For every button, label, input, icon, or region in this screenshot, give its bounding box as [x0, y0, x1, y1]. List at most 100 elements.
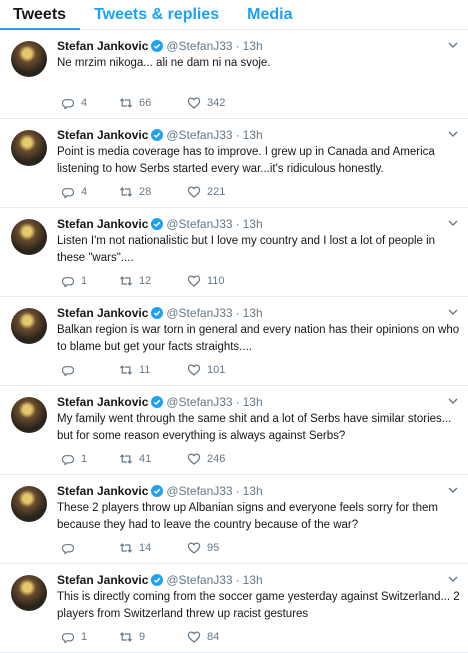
reply-icon: [61, 188, 75, 199]
reply-icon: [61, 366, 75, 377]
avatar[interactable]: [11, 41, 47, 77]
verified-badge-icon: [151, 218, 164, 230]
retweet-count: 9: [139, 631, 146, 643]
author-name[interactable]: Stefan Jankovic: [57, 38, 148, 54]
author-name[interactable]: Stefan Jankovic: [57, 483, 148, 499]
tweet[interactable]: Stefan Jankovic @StefanJ33 · 13h Ne mrzi…: [0, 30, 468, 119]
retweet-button[interactable]: 14: [119, 541, 187, 555]
tweet-timeline: Stefan Jankovic @StefanJ33 · 13h Ne mrzi…: [0, 30, 468, 653]
tab-tweets[interactable]: Tweets: [13, 6, 66, 24]
tweet-text: Ne mrzim nikoga... ali ne dam ni na svoj…: [57, 57, 271, 69]
avatar[interactable]: [11, 219, 47, 255]
tweet[interactable]: Stefan Jankovic @StefanJ33 · 13h This is…: [0, 564, 468, 653]
tweet-header: Stefan Jankovic @StefanJ33 · 13h: [57, 38, 458, 54]
avatar[interactable]: [11, 308, 47, 344]
reply-button[interactable]: 1: [61, 274, 119, 288]
retweet-count: 66: [139, 97, 152, 109]
tweet-actions: 4 28 221: [61, 185, 225, 199]
like-button[interactable]: 101: [187, 363, 225, 377]
verified-badge-icon: [151, 129, 164, 141]
like-button[interactable]: 221: [187, 185, 225, 199]
retweet-button[interactable]: 41: [119, 452, 187, 466]
tab-media[interactable]: Media: [247, 6, 292, 24]
chevron-down-icon[interactable]: [448, 396, 458, 406]
retweet-button[interactable]: 12: [119, 274, 187, 288]
tweet-time[interactable]: 13h: [243, 127, 263, 143]
heart-icon: [187, 364, 201, 376]
reply-button[interactable]: 1: [61, 452, 119, 466]
reply-count: 4: [81, 97, 88, 109]
tweet[interactable]: Stefan Jankovic @StefanJ33 · 13h My fami…: [0, 386, 468, 475]
like-count: 95: [207, 542, 220, 554]
tweet-actions: 1 9 84: [61, 630, 219, 644]
tweet-header: Stefan Jankovic @StefanJ33 · 13h: [57, 572, 458, 588]
heart-icon: [187, 453, 201, 465]
author-handle[interactable]: @StefanJ33: [166, 127, 232, 143]
tweet-time[interactable]: 13h: [243, 38, 263, 54]
tweet[interactable]: Stefan Jankovic @StefanJ33 · 13h Point i…: [0, 119, 468, 208]
tweet[interactable]: Stefan Jankovic @StefanJ33 · 13h These 2…: [0, 475, 468, 564]
author-handle[interactable]: @StefanJ33: [166, 216, 232, 232]
retweet-button[interactable]: 11: [119, 363, 187, 377]
tweet[interactable]: Stefan Jankovic @StefanJ33 · 13h Listen …: [0, 208, 468, 297]
reply-button[interactable]: [61, 363, 119, 377]
reply-icon: [61, 544, 75, 555]
like-count: 110: [207, 275, 225, 287]
tweet[interactable]: Stefan Jankovic @StefanJ33 · 13h Balkan …: [0, 297, 468, 386]
retweet-button[interactable]: 66: [119, 96, 187, 110]
verified-badge-icon: [151, 574, 164, 586]
like-button[interactable]: 342: [187, 96, 225, 110]
heart-icon: [187, 275, 201, 287]
avatar[interactable]: [11, 130, 47, 166]
separator-dot: ·: [235, 217, 240, 231]
retweet-button[interactable]: 28: [119, 185, 187, 199]
author-name[interactable]: Stefan Jankovic: [57, 127, 148, 143]
tweet-actions: 14 95: [61, 541, 219, 555]
tweet-header: Stefan Jankovic @StefanJ33 · 13h: [57, 216, 458, 232]
like-button[interactable]: 110: [187, 274, 225, 288]
author-name[interactable]: Stefan Jankovic: [57, 394, 148, 410]
author-name[interactable]: Stefan Jankovic: [57, 216, 148, 232]
chevron-down-icon[interactable]: [448, 218, 458, 228]
retweet-icon: [119, 632, 133, 642]
reply-button[interactable]: 4: [61, 185, 119, 199]
tweet-text: Listen I'm not nationalistic but I love …: [57, 235, 436, 264]
author-handle[interactable]: @StefanJ33: [166, 38, 232, 54]
retweet-button[interactable]: 9: [119, 630, 187, 644]
reply-button[interactable]: 4: [61, 96, 119, 110]
like-button[interactable]: 95: [187, 541, 219, 555]
tweet-text: This is directly coming from the soccer …: [57, 591, 460, 620]
separator-dot: ·: [235, 128, 240, 142]
tweet-time[interactable]: 13h: [243, 305, 263, 321]
author-name[interactable]: Stefan Jankovic: [57, 305, 148, 321]
profile-tabs: Tweets Tweets & replies Media: [0, 0, 468, 30]
tab-tweets-and-replies[interactable]: Tweets & replies: [94, 6, 219, 24]
author-handle[interactable]: @StefanJ33: [166, 572, 232, 588]
tweet-time[interactable]: 13h: [243, 216, 263, 232]
heart-icon: [187, 542, 201, 554]
chevron-down-icon[interactable]: [448, 129, 458, 139]
author-handle[interactable]: @StefanJ33: [166, 394, 232, 410]
like-button[interactable]: 246: [187, 452, 225, 466]
verified-badge-icon: [151, 396, 164, 408]
reply-button[interactable]: 1: [61, 630, 119, 644]
tweet-time[interactable]: 13h: [243, 483, 263, 499]
verified-badge-icon: [151, 485, 164, 497]
avatar[interactable]: [11, 575, 47, 611]
author-handle[interactable]: @StefanJ33: [166, 483, 232, 499]
avatar[interactable]: [11, 397, 47, 433]
chevron-down-icon[interactable]: [448, 307, 458, 317]
like-count: 84: [207, 631, 220, 643]
avatar[interactable]: [11, 486, 47, 522]
reply-button[interactable]: [61, 541, 119, 555]
like-button[interactable]: 84: [187, 630, 219, 644]
retweet-count: 11: [139, 364, 151, 376]
chevron-down-icon[interactable]: [448, 40, 458, 50]
author-handle[interactable]: @StefanJ33: [166, 305, 232, 321]
chevron-down-icon[interactable]: [448, 485, 458, 495]
chevron-down-icon[interactable]: [448, 574, 458, 584]
tweet-time[interactable]: 13h: [243, 394, 263, 410]
tweet-time[interactable]: 13h: [243, 572, 263, 588]
author-name[interactable]: Stefan Jankovic: [57, 572, 148, 588]
reply-icon: [61, 99, 75, 110]
